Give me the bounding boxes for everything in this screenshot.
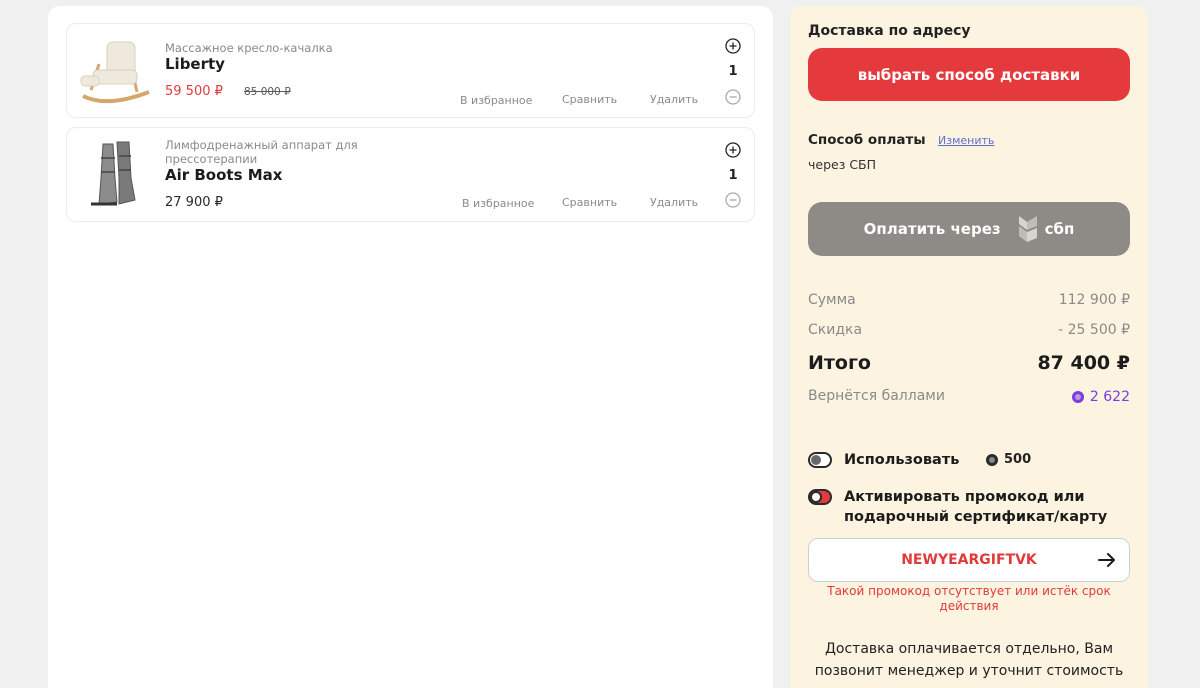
order-summary-panel: Доставка по адресу выбрать способ достав… [790, 6, 1148, 688]
product-name[interactable]: Air Boots Max [165, 166, 282, 184]
discount-label: Скидка [808, 322, 863, 338]
product-old-price: 85 000 ₽ [244, 86, 291, 98]
minus-icon[interactable] [725, 89, 741, 105]
promo-code-input[interactable] [809, 539, 1089, 581]
change-payment-link[interactable]: Изменить [938, 134, 994, 147]
cart-item: Лимфодренажный аппарат для прессотерапии… [66, 127, 755, 222]
add-to-favorites-link[interactable]: В избранное [462, 197, 534, 210]
payment-method: через СБП [808, 157, 877, 172]
points-value: 500 [986, 452, 1031, 467]
sum-value: 112 900 ₽ [1058, 292, 1130, 308]
toggle-knob [810, 491, 822, 503]
total-value: 87 400 ₽ [1037, 352, 1130, 374]
product-name[interactable]: Liberty [165, 55, 225, 73]
minus-icon[interactable] [725, 192, 741, 208]
product-price: 27 900 ₽ [165, 195, 223, 210]
toggle-knob [811, 455, 821, 465]
sbp-logo-text: сбп [1044, 220, 1075, 238]
product-price: 59 500 ₽ [165, 84, 223, 99]
bonus-coin-icon [1071, 391, 1084, 403]
pay-sbp-button[interactable]: Оплатить через сбп [808, 202, 1130, 256]
payment-title: Способ оплаты [808, 132, 926, 148]
add-to-favorites-link[interactable]: В избранное [460, 94, 532, 107]
cart-item: Массажное кресло-качалка Liberty 59 500 … [66, 23, 755, 118]
delivery-title: Доставка по адресу [808, 23, 971, 39]
bonus-amount: 2 622 [1089, 389, 1130, 405]
cart-panel: Массажное кресло-качалка Liberty 59 500 … [48, 6, 773, 688]
choose-delivery-button[interactable]: выбрать способ доставки [808, 48, 1130, 101]
quantity-value: 1 [728, 64, 738, 79]
use-points-label: Использовать [844, 452, 960, 468]
bonus-label: Вернётся баллами [808, 388, 945, 404]
quantity-value: 1 [728, 168, 738, 183]
remove-link[interactable]: Удалить [650, 196, 698, 209]
compare-link[interactable]: Сравнить [562, 196, 617, 209]
points-coin-icon [986, 453, 998, 466]
sum-label: Сумма [808, 292, 856, 308]
bonus-value: 2 622 [1071, 389, 1130, 405]
delivery-note: Доставка оплачивается отдельно, Вам позв… [814, 641, 1124, 679]
plus-icon[interactable] [725, 38, 741, 54]
points-amount: 500 [1004, 452, 1032, 467]
use-points-toggle[interactable] [808, 452, 832, 468]
product-subtitle: Массажное кресло-качалка [165, 41, 333, 55]
plus-icon[interactable] [725, 142, 741, 158]
pay-button-label: Оплатить через [863, 220, 1001, 238]
discount-value: - 25 500 ₽ [1058, 322, 1130, 338]
promo-toggle-label: Активировать промокод или подарочный сер… [844, 489, 1108, 525]
promo-code-field [808, 538, 1130, 582]
promo-toggle[interactable] [808, 489, 832, 505]
product-subtitle: Лимфодренажный аппарат для прессотерапии [165, 138, 358, 166]
remove-link[interactable]: Удалить [650, 93, 698, 106]
promo-error-message: Такой промокод отсутствует или истёк сро… [827, 584, 1111, 613]
product-image-massage-chair[interactable] [77, 34, 155, 106]
total-label: Итого [808, 352, 871, 374]
arrow-right-icon[interactable] [1097, 550, 1117, 570]
compare-link[interactable]: Сравнить [562, 93, 617, 106]
product-image-air-boots[interactable] [77, 138, 155, 210]
sbp-logo-icon [1015, 214, 1041, 244]
